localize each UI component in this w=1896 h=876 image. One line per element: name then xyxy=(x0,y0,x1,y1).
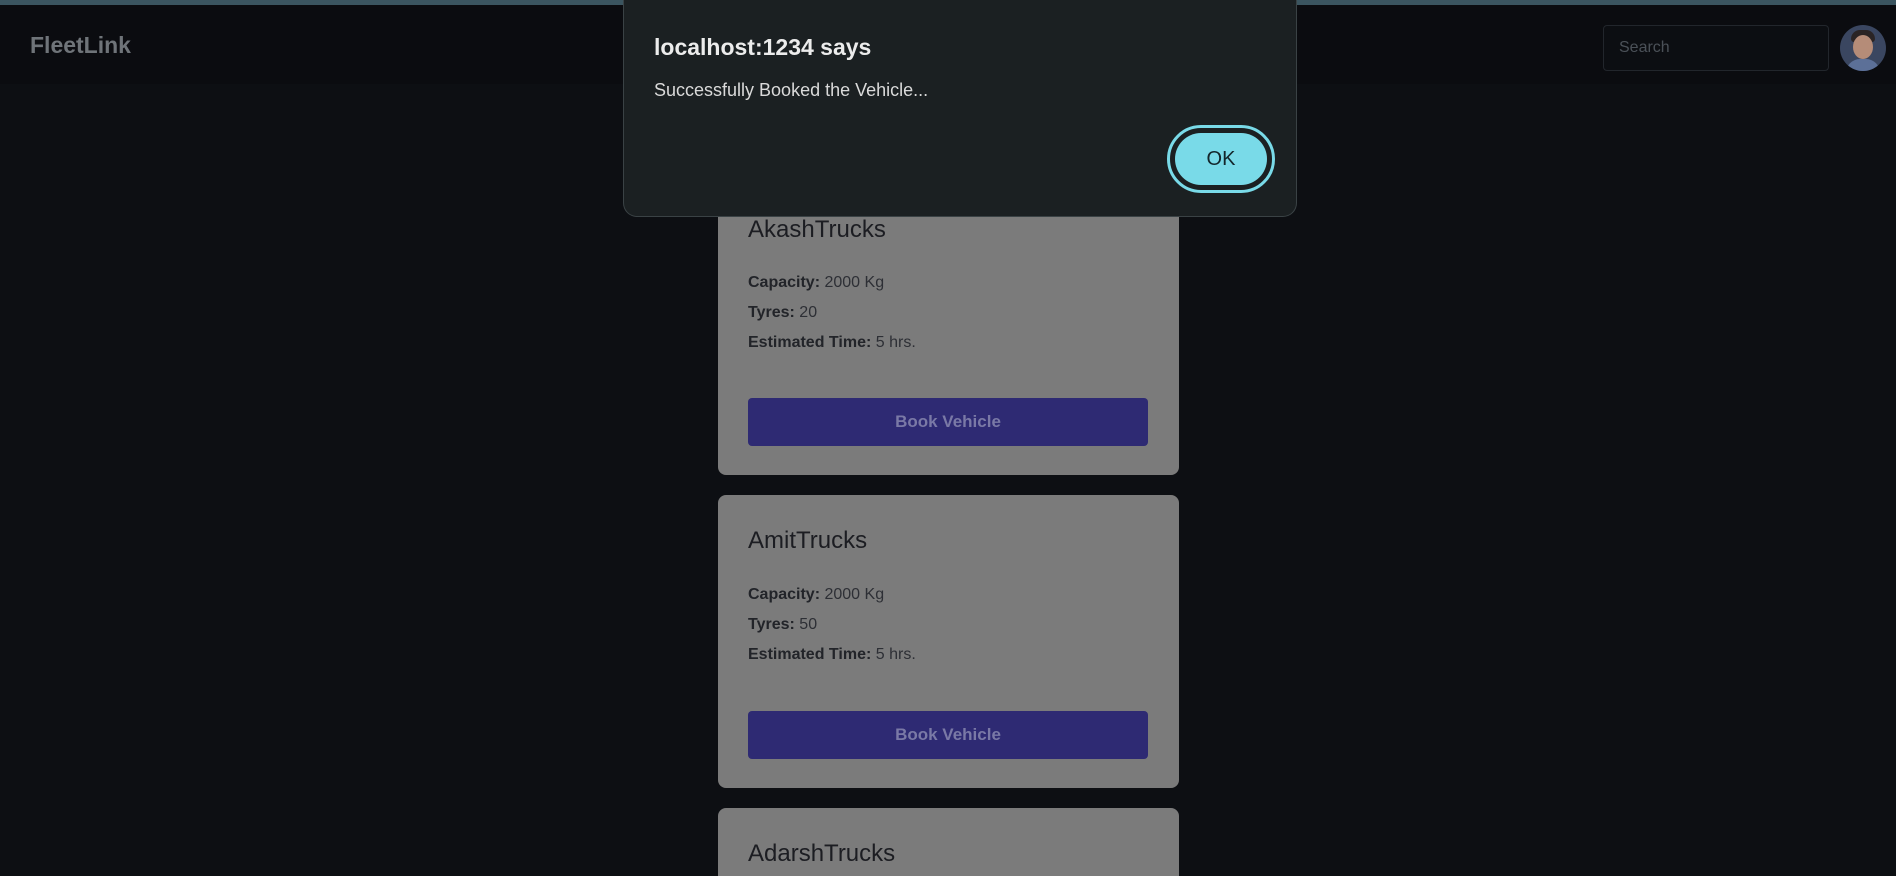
alert-message: Successfully Booked the Vehicle... xyxy=(654,80,929,100)
estimated-time-label: Estimated Time: xyxy=(748,646,872,663)
estimated-time-value: 5 hrs. xyxy=(875,334,916,351)
capacity-label: Capacity: xyxy=(748,274,821,291)
capacity-value: 2000 Kg xyxy=(824,586,885,603)
alert-title: localhost:1234 says xyxy=(654,34,872,60)
book-vehicle-button[interactable]: Book Vehicle xyxy=(748,711,1148,759)
tyres-label: Tyres: xyxy=(748,616,795,633)
user-avatar-icon[interactable] xyxy=(1840,25,1886,71)
tyres-value: 20 xyxy=(799,304,818,321)
capacity-label: Capacity: xyxy=(748,586,821,603)
book-vehicle-button[interactable]: Book Vehicle xyxy=(748,398,1148,446)
estimated-time-label: Estimated Time: xyxy=(748,334,872,351)
vehicle-name: AkashTrucks xyxy=(748,216,886,243)
vehicle-estimated-time: Estimated Time: 5 hrs. xyxy=(748,646,916,664)
ok-button-focus-ring: OK xyxy=(1167,125,1275,193)
ok-button[interactable]: OK xyxy=(1175,133,1267,185)
brand-logo[interactable]: FleetLink xyxy=(30,32,131,59)
estimated-time-value: 5 hrs. xyxy=(875,646,916,663)
search-input[interactable] xyxy=(1603,25,1829,71)
vehicle-tyres: Tyres: 20 xyxy=(748,304,817,322)
vehicle-estimated-time: Estimated Time: 5 hrs. xyxy=(748,334,916,352)
capacity-value: 2000 Kg xyxy=(824,274,885,291)
vehicle-name: AdarshTrucks xyxy=(748,840,896,867)
tyres-value: 50 xyxy=(799,616,818,633)
avatar-face xyxy=(1853,35,1873,59)
vehicle-capacity: Capacity: 2000 Kg xyxy=(748,586,884,604)
vehicle-capacity: Capacity: 2000 Kg xyxy=(748,274,884,292)
vehicle-name: AmitTrucks xyxy=(748,527,868,554)
vehicle-tyres: Tyres: 50 xyxy=(748,616,817,634)
vehicle-card: AmitTrucks Capacity: 2000 Kg Tyres: 50 E… xyxy=(718,495,1179,788)
tyres-label: Tyres: xyxy=(748,304,795,321)
alert-dialog: localhost:1234 says Successfully Booked … xyxy=(623,0,1297,217)
avatar-body xyxy=(1846,59,1880,71)
vehicle-card: AdarshTrucks xyxy=(718,808,1179,876)
